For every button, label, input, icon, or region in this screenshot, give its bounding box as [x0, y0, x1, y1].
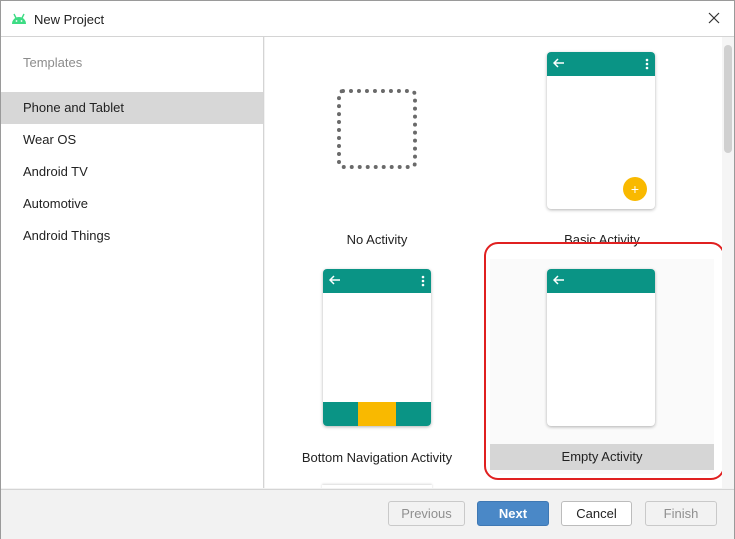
previous-button[interactable]: Previous [388, 501, 465, 526]
no-activity-preview [337, 89, 417, 169]
app-bar [547, 52, 655, 76]
template-no-activity[interactable]: No Activity [265, 41, 489, 256]
app-bar [323, 269, 431, 293]
template-basic-activity[interactable]: + Basic Activity [490, 41, 714, 256]
android-icon [12, 13, 26, 24]
window-title: New Project [34, 12, 105, 27]
next-button[interactable]: Next [477, 501, 549, 526]
bottom-nav-active-item [358, 402, 396, 426]
app-bar [547, 269, 655, 293]
title-bar: New Project [1, 1, 734, 37]
template-empty-activity[interactable]: Empty Activity [490, 259, 714, 474]
templates-sidebar: Templates Phone and Tablet Wear OS Andro… [1, 37, 264, 488]
sidebar-list: Phone and Tablet Wear OS Android TV Auto… [1, 92, 263, 252]
template-label: Basic Activity [564, 232, 640, 247]
bottom-navigation-preview [323, 269, 431, 426]
sidebar-header: Templates [23, 55, 83, 70]
overflow-menu-icon [421, 275, 425, 287]
close-icon [708, 12, 720, 24]
scrollbar-thumb[interactable] [724, 45, 732, 153]
overflow-menu-icon [645, 58, 649, 70]
template-label: Empty Activity [490, 444, 714, 470]
finish-button[interactable]: Finish [645, 501, 717, 526]
sidebar-item-wear-os[interactable]: Wear OS [1, 124, 263, 156]
empty-activity-preview [547, 269, 655, 426]
template-bottom-navigation-activity[interactable]: Bottom Navigation Activity [265, 259, 489, 474]
sidebar-item-android-things[interactable]: Android Things [1, 220, 263, 252]
back-arrow-icon [553, 275, 564, 285]
dialog-footer: Previous Next Cancel Finish [1, 489, 734, 539]
sidebar-item-phone-and-tablet[interactable]: Phone and Tablet [1, 92, 263, 124]
basic-activity-preview: + [547, 52, 655, 209]
next-template-peek [322, 485, 432, 488]
template-gallery: No Activity + Basic Activity Bottom Navi… [265, 37, 734, 488]
template-label: Bottom Navigation Activity [301, 450, 453, 465]
bottom-navigation-bar [323, 402, 431, 426]
template-label: No Activity [346, 232, 408, 247]
cancel-button[interactable]: Cancel [561, 501, 632, 526]
back-arrow-icon [329, 275, 340, 285]
back-arrow-icon [553, 58, 564, 68]
close-button[interactable] [702, 6, 726, 30]
sidebar-item-automotive[interactable]: Automotive [1, 188, 263, 220]
vertical-scrollbar[interactable] [722, 37, 734, 488]
fab-plus-icon: + [623, 177, 647, 201]
sidebar-item-android-tv[interactable]: Android TV [1, 156, 263, 188]
new-project-dialog: New Project Templates Phone and Tablet W… [0, 0, 735, 539]
